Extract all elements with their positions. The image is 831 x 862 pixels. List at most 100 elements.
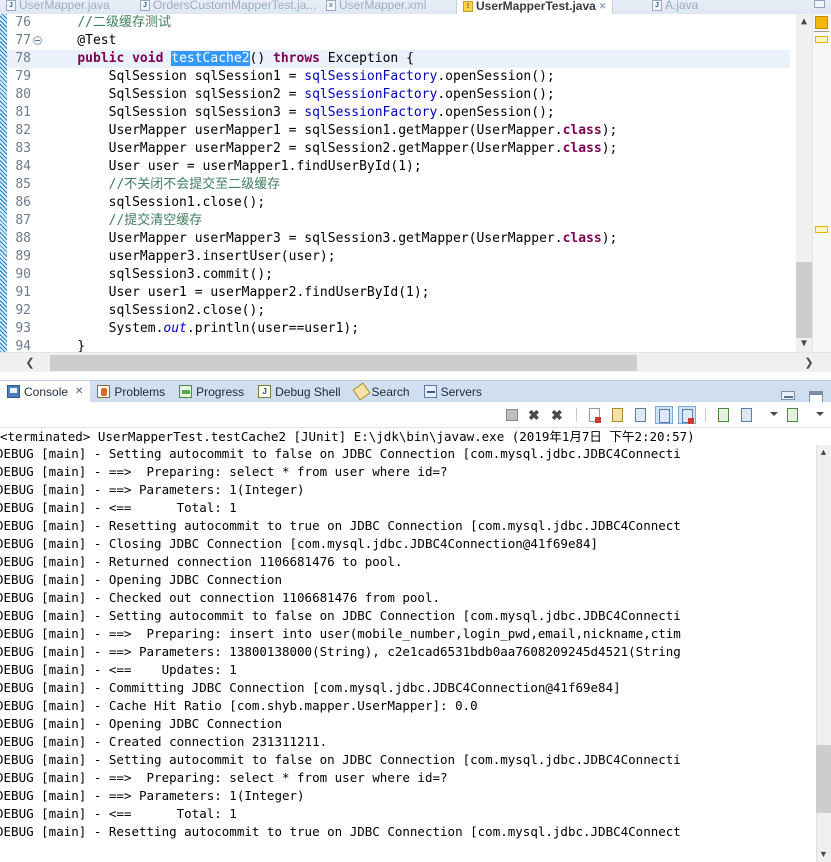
fold-collapse-icon[interactable]: [33, 36, 42, 45]
scroll-down-arrow-icon[interactable]: ▼: [796, 336, 812, 352]
console-scrollbar-thumb[interactable]: [816, 745, 831, 813]
tab-problems[interactable]: Problems: [90, 381, 172, 403]
editor-tab-usermapper-java[interactable]: J UserMapper.java: [0, 0, 116, 14]
code-token: .println(user==user1);: [186, 321, 360, 336]
editor-overview-ruler[interactable]: [812, 14, 831, 352]
console-output-line: DEBUG [main] - Returned connection 11066…: [0, 554, 403, 569]
code-line-text: @Test: [46, 32, 116, 50]
pin-console-button[interactable]: [715, 406, 733, 424]
scroll-right-arrow-icon[interactable]: ❯: [799, 353, 819, 373]
code-line[interactable]: 91 User user1 = userMapper2.findUserById…: [7, 284, 790, 302]
code-token: (): [249, 51, 274, 66]
line-number: 94: [15, 339, 31, 352]
tab-label: Problems: [114, 384, 166, 399]
code-line[interactable]: 93 System.out.println(user==user1);: [7, 320, 790, 338]
console-output[interactable]: DEBUG [main] - Setting autocommit to fal…: [0, 445, 816, 862]
code-line[interactable]: 85 //不关闭不会提交至二级缓存: [7, 176, 790, 194]
editor-scrollbar-thumb[interactable]: [796, 262, 812, 338]
code-token: sqlSessionFactory: [304, 69, 438, 84]
editor-maximize-button[interactable]: [814, 0, 825, 8]
minimize-button[interactable]: [781, 391, 795, 400]
scroll-lock-button[interactable]: [609, 406, 627, 424]
code-line[interactable]: 78 public void testCache2() throws Excep…: [7, 50, 790, 68]
code-token: );: [601, 231, 618, 246]
monitor-icon: [741, 407, 752, 422]
close-icon[interactable]: ✕: [75, 386, 83, 397]
java-warning-file-icon: !: [463, 0, 473, 12]
editor-tab-usermapper-xml[interactable]: x UserMapper.xml: [320, 0, 432, 14]
code-line[interactable]: 92 sqlSession2.close();: [7, 302, 790, 320]
show-console-on-error-button[interactable]: [678, 405, 696, 424]
code-token: System.: [46, 321, 164, 336]
editor-tab-usermappertest-java[interactable]: ! UserMapperTest.java ✕: [456, 0, 614, 14]
line-number: 77: [15, 33, 31, 48]
code-token: sqlSession3.commit();: [46, 267, 273, 282]
code-text-area[interactable]: 76 //二级缓存测试 77 @Test 78 public void testCa…: [7, 14, 790, 352]
line-number: 89: [15, 249, 31, 264]
open-console-dropdown[interactable]: [807, 406, 825, 424]
overview-marker[interactable]: [815, 226, 828, 233]
code-line[interactable]: 89 userMapper3.insertUser(user);: [7, 248, 790, 266]
terminate-button[interactable]: [503, 406, 521, 424]
line-number: 88: [15, 231, 31, 246]
open-console-button[interactable]: [784, 406, 802, 424]
console-output-line: DEBUG [main] - <== Updates: 1: [0, 662, 237, 677]
remove-all-terminated-button[interactable]: ✖: [549, 406, 567, 424]
display-selected-console-dropdown[interactable]: [761, 406, 779, 424]
code-token: class: [562, 231, 602, 246]
console-status-line: <terminated> UserMapperTest.testCache2 […: [0, 429, 695, 444]
code-token: sqlSession2.close();: [46, 303, 266, 318]
console-error-icon: [682, 408, 694, 424]
code-line[interactable]: 83 UserMapper userMapper2 = sqlSession2.…: [7, 140, 790, 158]
code-token: UserMapper userMapper3 = sqlSession3.get…: [46, 231, 563, 246]
scroll-left-arrow-icon[interactable]: ❮: [20, 353, 40, 373]
word-wrap-button[interactable]: [632, 406, 650, 424]
scroll-down-arrow-icon[interactable]: ▼: [816, 847, 831, 862]
scroll-up-arrow-icon[interactable]: ▲: [796, 14, 812, 30]
code-line[interactable]: 79 SqlSession sqlSession1 = sqlSessionFa…: [7, 68, 790, 86]
overview-marker[interactable]: [815, 36, 828, 43]
tab-debug-shell[interactable]: J Debug Shell: [251, 381, 347, 403]
code-line[interactable]: 77 @Test: [7, 32, 790, 50]
clear-console-button[interactable]: [586, 406, 604, 424]
show-console-on-output-button[interactable]: [655, 405, 673, 424]
tab-progress[interactable]: Progress: [172, 381, 251, 403]
tab-servers[interactable]: Servers: [417, 381, 489, 403]
line-number: 85: [15, 177, 31, 192]
pin-icon: [718, 407, 729, 422]
code-token: sqlSessionFactory: [304, 87, 438, 102]
console-output-line: DEBUG [main] - Created connection 231311…: [0, 734, 328, 749]
editor-tab-a-java[interactable]: J A.java: [646, 0, 704, 14]
code-line[interactable]: 90 sqlSession3.commit();: [7, 266, 790, 284]
problems-icon: [97, 385, 111, 398]
overview-status-icon[interactable]: [815, 16, 828, 29]
editor-horizontal-scrollbar[interactable]: ❮ ❯: [0, 352, 831, 372]
code-line[interactable]: 82 UserMapper userMapper1 = sqlSession1.…: [7, 122, 790, 140]
code-line[interactable]: 76 //二级缓存测试: [7, 14, 790, 32]
tab-search[interactable]: Search: [348, 381, 417, 403]
display-selected-console-button[interactable]: [738, 406, 756, 424]
scroll-up-arrow-icon[interactable]: ▲: [816, 445, 831, 460]
console-vertical-scrollbar[interactable]: ▲ ▼: [816, 445, 831, 862]
code-line[interactable]: 94 }: [7, 338, 790, 352]
code-line[interactable]: 88 UserMapper userMapper3 = sqlSession3.…: [7, 230, 790, 248]
editor-tab-label: UserMapper.java: [19, 0, 110, 12]
tab-console[interactable]: Console ✕: [0, 380, 91, 403]
editor-hscrollbar-thumb[interactable]: [50, 355, 637, 371]
tab-label: Progress: [196, 384, 245, 399]
remove-launch-button[interactable]: ✖: [526, 406, 544, 424]
code-line-text: SqlSession sqlSession3 = sqlSessionFacto…: [46, 104, 555, 122]
code-line[interactable]: 81 SqlSession sqlSession3 = sqlSessionFa…: [7, 104, 790, 122]
code-line-text: public void testCache2() throws Exceptio…: [46, 50, 414, 68]
code-line[interactable]: 86 sqlSession1.close();: [7, 194, 790, 212]
code-line-text: //提交清空缓存: [46, 212, 203, 230]
code-line[interactable]: 87 //提交清空缓存: [7, 212, 790, 230]
editor-tab-orderscustommappertest-java[interactable]: J OrdersCustomMapperTest.ja...: [134, 0, 322, 14]
code-editor[interactable]: 76 //二级缓存测试 77 @Test 78 public void testCa…: [0, 14, 831, 352]
code-line[interactable]: 80 SqlSession sqlSession2 = sqlSessionFa…: [7, 86, 790, 104]
code-line[interactable]: 84 User user = userMapper1.findUserById(…: [7, 158, 790, 176]
close-icon[interactable]: ✕: [599, 1, 607, 12]
